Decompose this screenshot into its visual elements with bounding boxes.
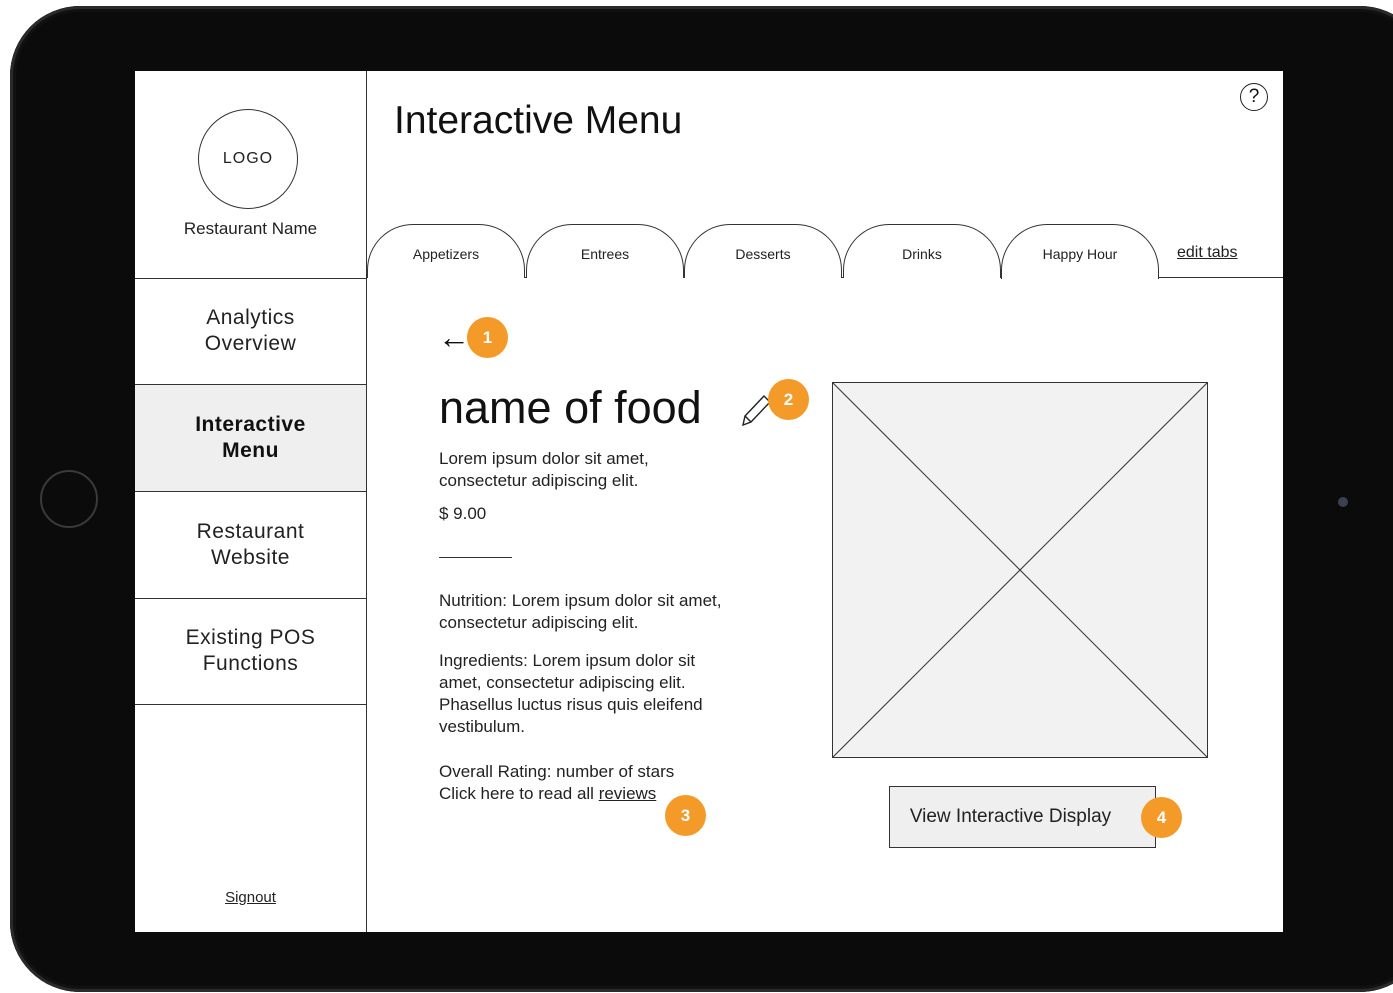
app-screen: LOGO Restaurant Name Analytics Overview … [135, 71, 1283, 932]
annotation-badge-3: 3 [665, 795, 706, 836]
food-image-placeholder [832, 382, 1208, 758]
annotation-badge-4: 4 [1141, 797, 1182, 838]
sidebar-item-pos-functions[interactable]: Existing POS Functions [135, 598, 366, 705]
reviews-prefix: Click here to read all [439, 784, 599, 803]
sidebar-item-label: Analytics Overview [204, 306, 297, 355]
food-price: $ 9.00 [439, 504, 487, 523]
tab-appetizers[interactable]: Appetizers [367, 224, 525, 278]
ingredients-text: Ingredients: Lorem ipsum dolor sit amet,… [439, 651, 703, 736]
image-placeholder-cross [833, 383, 1207, 757]
annotation-badge-2: 2 [768, 379, 809, 420]
sidebar: LOGO Restaurant Name Analytics Overview … [135, 71, 367, 932]
view-interactive-display-button[interactable]: View Interactive Display [889, 786, 1156, 848]
reviews-link[interactable]: reviews [599, 784, 657, 803]
back-arrow-icon[interactable]: ← [438, 321, 470, 353]
food-name: name of food [439, 382, 702, 433]
home-button[interactable] [40, 470, 98, 528]
rating-text: Overall Rating: number of stars [439, 762, 675, 781]
edit-tabs-link[interactable]: edit tabs [1177, 244, 1237, 262]
help-icon[interactable]: ? [1240, 83, 1268, 111]
tab-drinks[interactable]: Drinks [843, 224, 1001, 278]
logo: LOGO [198, 109, 298, 209]
reviews-line: Click here to read all reviews [439, 783, 656, 805]
food-description: Lorem ipsum dolor sit amet, consectetur … [439, 449, 649, 490]
restaurant-name: Restaurant Name [183, 219, 318, 238]
annotation-badge-1: 1 [467, 317, 508, 358]
sidebar-item-interactive-menu[interactable]: Interactive Menu [135, 385, 366, 492]
sidebar-item-analytics[interactable]: Analytics Overview [135, 278, 366, 385]
page-title: Interactive Menu [394, 99, 683, 142]
divider [439, 557, 512, 558]
signout-link[interactable]: Signout [135, 889, 366, 906]
nutrition-text: Nutrition: Lorem ipsum dolor sit amet, c… [439, 591, 722, 632]
camera-icon [1338, 497, 1348, 507]
tab-desserts[interactable]: Desserts [684, 224, 842, 278]
logo-area: LOGO Restaurant Name [135, 71, 366, 279]
tab-entrees[interactable]: Entrees [526, 224, 684, 278]
sidebar-item-label: Restaurant Website [196, 520, 305, 569]
pencil-icon[interactable] [738, 391, 772, 427]
sidebar-item-restaurant-website[interactable]: Restaurant Website [135, 492, 366, 599]
sidebar-item-label: Interactive Menu [195, 413, 306, 462]
tab-happy-hour[interactable]: Happy Hour [1001, 224, 1159, 279]
sidebar-item-label: Existing POS Functions [185, 626, 316, 675]
